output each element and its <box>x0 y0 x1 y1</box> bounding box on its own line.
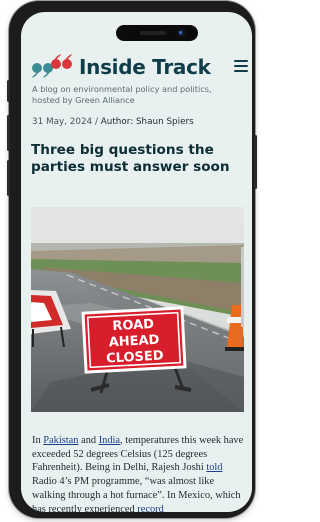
phone-screen: Inside Track A blog on environmental pol… <box>21 12 252 512</box>
link-record[interactable]: record <box>137 504 164 512</box>
post-date: 31 May, 2024 <box>32 117 93 127</box>
featured-image-road-closed: ROAD AHEAD CLOSED <box>31 207 244 412</box>
post-author: Author: Shaun Spiers <box>100 117 194 127</box>
side-button-volume-up <box>7 115 10 151</box>
site-tagline: A blog on environmental policy and polit… <box>32 84 212 105</box>
sign-text-line2: AHEAD <box>108 333 160 351</box>
link-india[interactable]: India <box>99 435 120 446</box>
speaker-grille <box>140 31 166 35</box>
site-header: Inside Track <box>31 53 248 81</box>
sign-text-line3: CLOSED <box>106 348 164 366</box>
meta-separator: / <box>92 117 101 127</box>
dynamic-island <box>116 25 198 41</box>
hamburger-menu-icon[interactable] <box>234 60 248 72</box>
side-button-mute <box>7 80 10 102</box>
site-title[interactable]: Inside Track <box>79 53 211 81</box>
front-camera <box>177 29 185 37</box>
post-headline: Three big questions the parties must ans… <box>31 142 230 175</box>
side-button-volume-down <box>7 160 10 196</box>
sign-text-line1: ROAD <box>112 317 155 334</box>
body-text-segment: In <box>32 435 44 446</box>
link-told[interactable]: told <box>206 462 222 473</box>
link-pakistan[interactable]: Pakistan <box>43 435 78 446</box>
quote-logo-icon[interactable] <box>31 53 73 81</box>
post-body-paragraph: In Pakistan and India, temperatures this… <box>32 434 245 512</box>
post-meta: 31 May, 2024 / Author: Shaun Spiers <box>32 117 242 127</box>
body-text-segment: and <box>78 435 99 446</box>
side-button-power <box>254 135 257 189</box>
